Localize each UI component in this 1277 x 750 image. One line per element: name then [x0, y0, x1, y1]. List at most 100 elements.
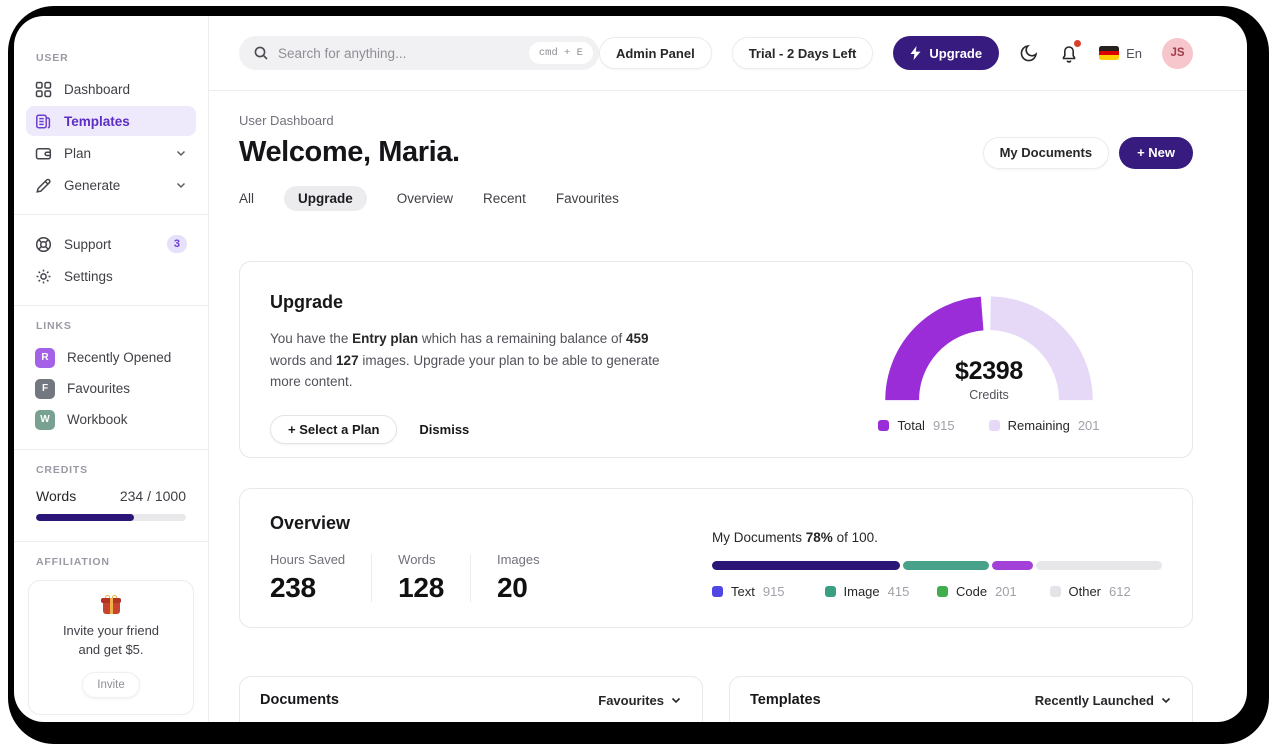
words-progress-bar [36, 514, 186, 521]
sidebar-item-label: Settings [64, 268, 113, 284]
sidebar-item-generate[interactable]: Generate [26, 170, 196, 200]
templates-card-title: Templates [750, 692, 821, 708]
search-shortcut-badge: cmd + E [528, 42, 593, 64]
credits-gauge-chart: $2398 Credits [880, 292, 1098, 402]
search-bar[interactable]: cmd + E [239, 36, 599, 70]
credits-words-label: Words [36, 488, 77, 504]
sidebar-divider [14, 305, 208, 306]
notification-dot [1074, 40, 1082, 47]
sidebar-link-favourites[interactable]: F Favourites [26, 373, 196, 404]
legend-swatch [824, 586, 836, 597]
legend-item-code: Code 201 [937, 584, 1050, 599]
sidebar-item-label: Plan [64, 145, 92, 161]
upgrade-button[interactable]: Upgrade [893, 36, 1000, 70]
legend-item-remaining: Remaining 201 [988, 418, 1100, 433]
sidebar-link-workbook[interactable]: W Workbook [26, 404, 196, 435]
documents-usage-stacked-bar [712, 561, 1162, 570]
pencil-icon [35, 177, 52, 194]
sidebar-section-user: USER [36, 52, 69, 64]
topbar: cmd + E Admin Panel Trial - 2 Days Left … [209, 16, 1247, 91]
dashboard-grid-icon [35, 81, 52, 98]
select-plan-button[interactable]: + Select a Plan [270, 414, 398, 444]
invite-button[interactable]: Invite [82, 671, 140, 698]
affiliation-text-line1: Invite your friend [62, 623, 160, 638]
dark-mode-moon-icon[interactable] [1019, 43, 1039, 63]
sidebar-item-dashboard[interactable]: Dashboard [26, 74, 196, 104]
tab-overview[interactable]: Overview [397, 186, 453, 211]
chevron-down-icon [1161, 697, 1171, 704]
new-button[interactable]: + New [1119, 136, 1193, 169]
templates-document-icon [35, 113, 52, 130]
tab-all[interactable]: All [239, 186, 254, 211]
credits-caption: Credits [969, 388, 1009, 402]
lifebuoy-icon [35, 236, 52, 253]
dismiss-button[interactable]: Dismiss [419, 422, 469, 437]
tab-recent[interactable]: Recent [483, 186, 526, 211]
search-icon [253, 45, 269, 61]
stat-words: Words 128 [398, 552, 444, 603]
overview-stats: Hours Saved 238 Words 128 Images 20 [270, 552, 712, 604]
legend-item-image: Image 415 [824, 584, 938, 599]
affiliation-card: Invite your friend and get $5. Invite [28, 580, 194, 715]
legend-swatch [1049, 586, 1061, 597]
legend-item-other: Other 612 [1049, 584, 1163, 599]
sidebar-link-recently-opened[interactable]: R Recently Opened [26, 342, 196, 373]
sidebar-link-label: Favourites [67, 381, 131, 396]
legend-item-total: Total 915 [878, 418, 955, 433]
notifications-bell-icon[interactable] [1059, 40, 1082, 63]
legend-swatch [937, 586, 948, 597]
words-progress-fill [36, 514, 134, 521]
documents-filter-dropdown[interactable]: Favourites [598, 693, 682, 708]
lightning-bolt-icon [910, 46, 921, 60]
sidebar-item-label: Support [64, 236, 112, 252]
usage-segment-image [903, 561, 989, 570]
chevron-down-icon [671, 697, 681, 704]
documents-card: Documents Favourites Untitled Document i… [239, 676, 703, 722]
gauge-legend: Total 915 Remaining 201 [878, 418, 1100, 433]
my-documents-button[interactable]: My Documents [982, 136, 1110, 169]
link-initial-badge: W [35, 409, 55, 430]
chevron-down-icon [175, 147, 187, 159]
admin-panel-button[interactable]: Admin Panel [598, 37, 712, 69]
wallet-icon [35, 145, 52, 162]
upgrade-card-title: Upgrade [270, 292, 344, 312]
gear-icon [35, 268, 52, 285]
gift-icon [101, 595, 121, 614]
search-input[interactable] [278, 45, 529, 61]
link-initial-badge: R [35, 347, 55, 368]
tab-bar: All Upgrade Overview Recent Favourites [239, 186, 1193, 211]
sidebar-section-credits: CREDITS [36, 464, 88, 476]
link-initial-badge: F [35, 378, 55, 399]
legend-swatch [878, 420, 890, 431]
app-window: USER Dashboard Templates Plan Generate S… [14, 16, 1247, 722]
sidebar-item-support[interactable]: Support 3 [26, 229, 196, 259]
sidebar-item-plan[interactable]: Plan [26, 138, 196, 168]
affiliation-text-line2: and get $5. [78, 641, 144, 657]
tab-favourites[interactable]: Favourites [556, 186, 619, 211]
overview-card: Overview Hours Saved 238 Words 128 Image… [239, 488, 1193, 628]
user-avatar[interactable]: JS [1162, 37, 1193, 69]
sidebar-section-links: LINKS [36, 320, 72, 332]
language-selector[interactable]: En [1099, 46, 1142, 61]
sidebar: USER Dashboard Templates Plan Generate S… [14, 16, 209, 722]
documents-card-title: Documents [260, 692, 339, 708]
main-content: User Dashboard Welcome, Maria. My Docume… [209, 91, 1247, 722]
sidebar-item-settings[interactable]: Settings [26, 261, 196, 291]
german-flag-icon [1099, 46, 1120, 60]
page-title: Welcome, Maria. [239, 136, 460, 168]
tab-upgrade[interactable]: Upgrade [284, 186, 367, 211]
templates-filter-dropdown[interactable]: Recently Launched [1035, 693, 1172, 708]
sidebar-link-label: Recently Opened [67, 350, 172, 365]
templates-card: Templates Recently Launched Blog Post Ti… [729, 676, 1193, 722]
trial-days-left-button[interactable]: Trial - 2 Days Left [731, 37, 874, 69]
stat-images: Images 20 [496, 552, 540, 603]
sidebar-divider [14, 449, 208, 450]
upgrade-card-body: You have the Entry plan which has a rema… [270, 331, 660, 390]
usage-segment-code [991, 561, 1034, 570]
stat-hours-saved: Hours Saved 238 [270, 552, 346, 603]
sidebar-divider [14, 541, 208, 542]
sidebar-item-label: Dashboard [64, 81, 131, 97]
documents-usage-label: My Documents 78% of 100. [712, 530, 878, 545]
sidebar-item-templates[interactable]: Templates [26, 106, 196, 136]
sidebar-item-label: Generate [64, 177, 121, 193]
